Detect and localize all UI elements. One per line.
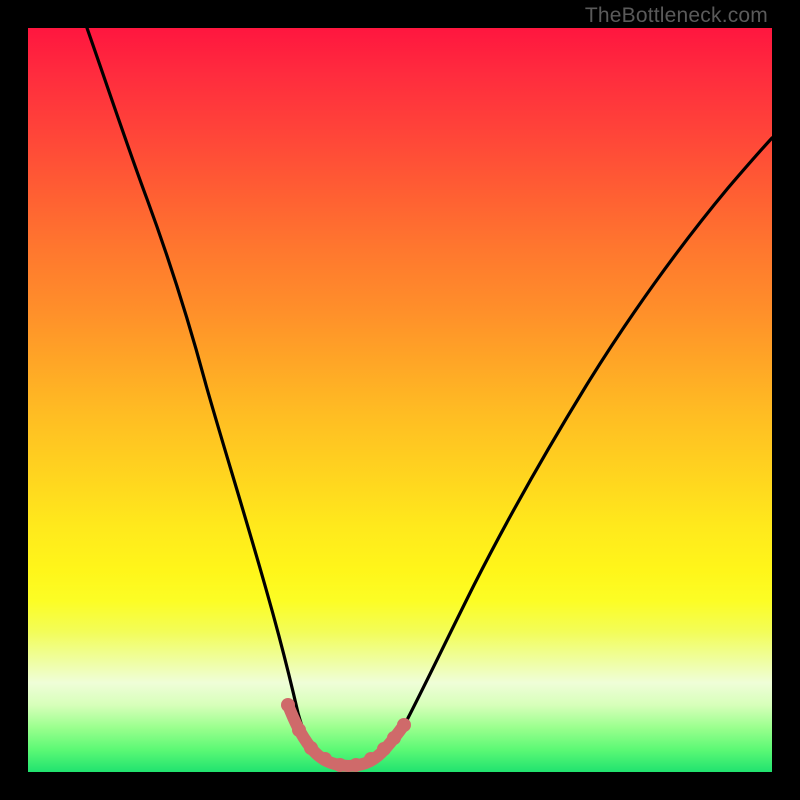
watermark-text: TheBottleneck.com — [585, 4, 768, 28]
plot-area — [28, 28, 772, 772]
curve-layer — [28, 28, 772, 772]
chart-frame: TheBottleneck.com — [0, 0, 800, 800]
bottleneck-curve — [87, 28, 772, 766]
minimum-markers — [281, 698, 411, 772]
